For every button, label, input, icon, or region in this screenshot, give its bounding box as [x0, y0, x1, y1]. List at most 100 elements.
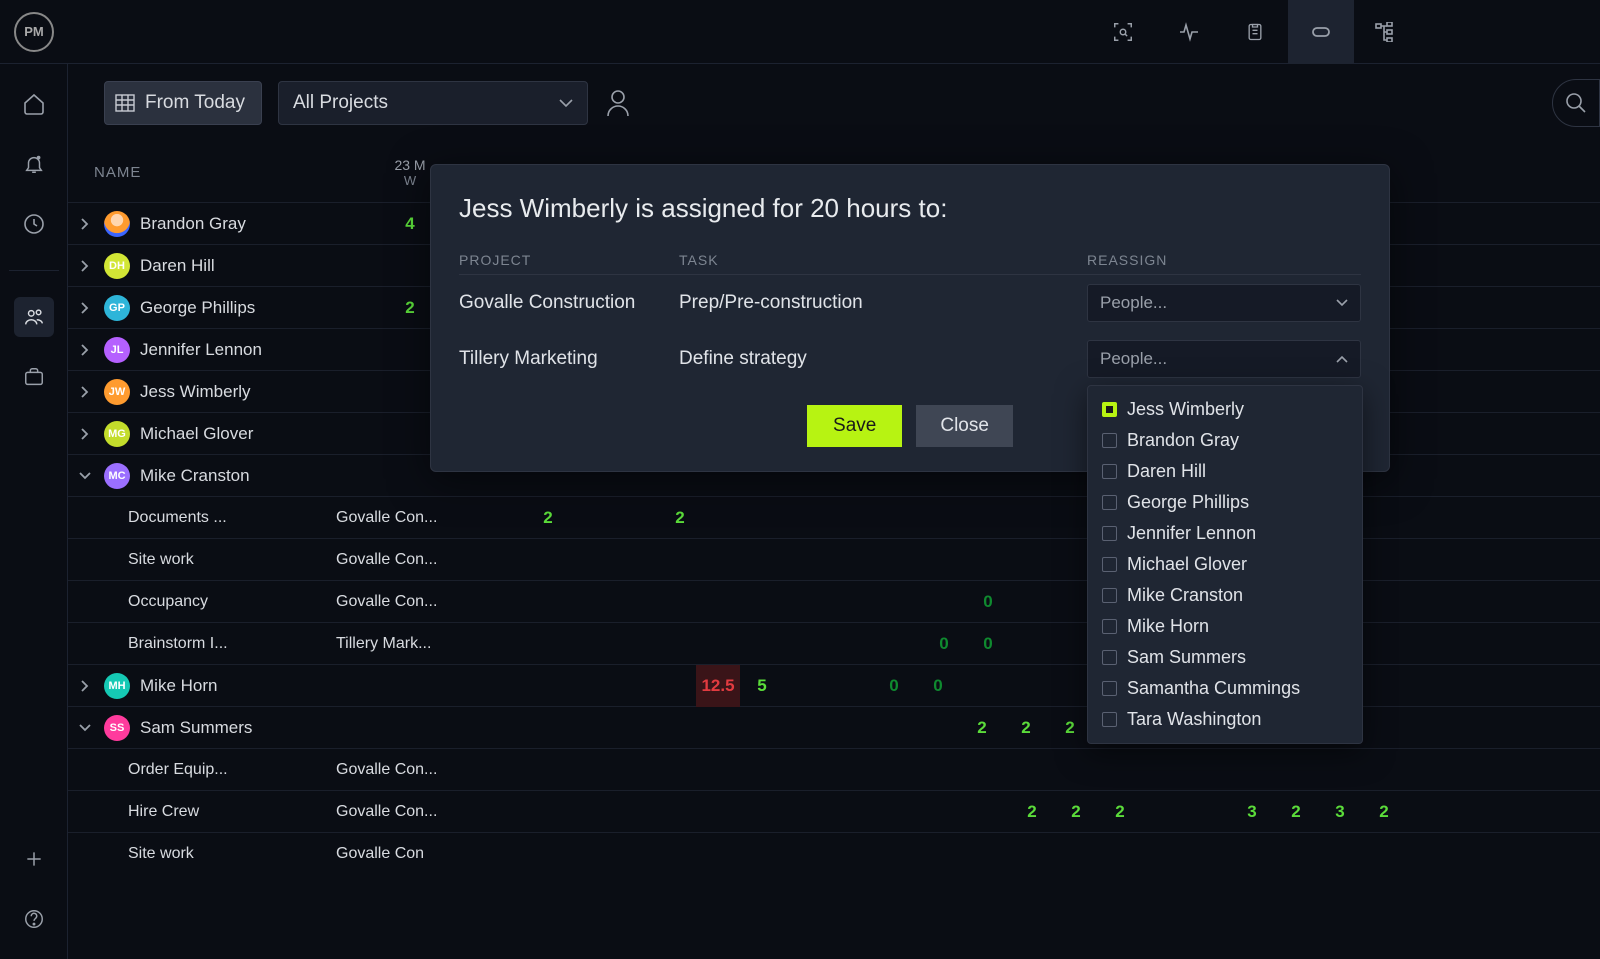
person-name: Jess Wimberly [140, 382, 251, 402]
dropdown-item[interactable]: Tara Washington [1088, 704, 1362, 735]
value-cell [1230, 833, 1274, 875]
checkbox-icon[interactable] [1102, 619, 1117, 634]
expand-chevron[interactable] [76, 719, 94, 737]
value-cell [922, 539, 966, 581]
expand-chevron[interactable] [76, 257, 94, 275]
clock-icon[interactable] [14, 204, 54, 244]
dropdown-item[interactable]: Michael Glover [1088, 549, 1362, 580]
value-cell [1010, 623, 1054, 665]
checkbox-icon[interactable] [1102, 464, 1117, 479]
task-row[interactable]: Hire Crew Govalle Con... 2223232 [68, 790, 1600, 832]
logo[interactable]: PM [0, 12, 68, 52]
task-row[interactable]: Order Equip... Govalle Con... [68, 748, 1600, 790]
home-icon[interactable] [14, 84, 54, 124]
value-cell: 12.5 [696, 665, 740, 707]
value-cell [834, 581, 878, 623]
dropdown-item[interactable]: George Phillips [1088, 487, 1362, 518]
expand-chevron[interactable] [76, 299, 94, 317]
task-name: Brainstorm I... [128, 635, 242, 653]
activity-icon[interactable] [1156, 0, 1222, 64]
checkbox-icon[interactable] [1102, 588, 1117, 603]
dropdown-item[interactable]: Sam Summers [1088, 642, 1362, 673]
value-cell: 0 [922, 623, 966, 665]
dropdown-item[interactable]: Samantha Cummings [1088, 673, 1362, 704]
dropdown-item[interactable]: Daren Hill [1088, 456, 1362, 487]
task-row[interactable]: Site work Govalle Con... [68, 538, 1600, 580]
dropdown-item[interactable]: Jess Wimberly [1088, 394, 1362, 425]
value-cell [608, 707, 652, 749]
minus-box-icon[interactable] [1288, 0, 1354, 64]
avatar [104, 211, 130, 237]
plus-icon[interactable] [14, 839, 54, 879]
expand-chevron[interactable] [76, 425, 94, 443]
briefcase-icon[interactable] [14, 357, 54, 397]
person-row[interactable]: SS Sam Summers 222 [68, 706, 1600, 748]
task-row[interactable]: Site work Govalle Con [68, 832, 1600, 874]
value-cell [702, 581, 746, 623]
checkbox-icon[interactable] [1102, 495, 1117, 510]
clipboard-icon[interactable] [1222, 0, 1288, 64]
checkbox-icon[interactable] [1102, 526, 1117, 541]
value-cell [1362, 497, 1406, 539]
value-cell [614, 791, 658, 833]
value-cell [570, 539, 614, 581]
person-row[interactable]: MH Mike Horn 12.5500 [68, 664, 1600, 706]
dropdown-item[interactable]: Jennifer Lennon [1088, 518, 1362, 549]
expand-chevron[interactable] [76, 383, 94, 401]
task-name: Occupancy [128, 593, 242, 611]
checkbox-icon[interactable] [1102, 433, 1117, 448]
avatar: MH [104, 673, 130, 699]
scan-icon[interactable] [1090, 0, 1156, 64]
value-cell: 5 [740, 665, 784, 707]
value-cell [438, 623, 482, 665]
expand-chevron[interactable] [76, 677, 94, 695]
task-row[interactable]: Brainstorm I... Tillery Mark... 00 [68, 622, 1600, 664]
avatar: JW [104, 379, 130, 405]
value-cell [570, 749, 614, 791]
value-cell [1406, 749, 1450, 791]
person-filter-icon[interactable] [604, 88, 632, 118]
value-cell [1054, 749, 1098, 791]
people-select-open[interactable]: People... [1087, 340, 1361, 378]
close-button[interactable]: Close [916, 405, 1013, 447]
from-today-button[interactable]: From Today [104, 81, 262, 125]
dropdown-item[interactable]: Mike Cranston [1088, 580, 1362, 611]
dropdown-item[interactable]: Mike Horn [1088, 611, 1362, 642]
value-cell [702, 833, 746, 875]
checkbox-icon[interactable] [1102, 712, 1117, 727]
value-cell [1186, 791, 1230, 833]
projects-select[interactable]: All Projects [278, 81, 588, 125]
task-row[interactable]: Occupancy Govalle Con... 0 [68, 580, 1600, 622]
dropdown-item[interactable]: Brandon Gray [1088, 425, 1362, 456]
people-icon[interactable] [14, 297, 54, 337]
value-cell [878, 791, 922, 833]
checkbox-icon[interactable] [1102, 681, 1117, 696]
value-cell [652, 665, 696, 707]
person-name: Jennifer Lennon [140, 340, 262, 360]
value-cell [790, 791, 834, 833]
expand-chevron[interactable] [76, 341, 94, 359]
value-cell [658, 791, 702, 833]
value-cell [784, 707, 828, 749]
value-cell [614, 581, 658, 623]
project-name: Govalle Con... [328, 593, 438, 611]
people-select[interactable]: People... [1087, 284, 1361, 322]
flow-icon[interactable] [1354, 0, 1420, 64]
value-cell [702, 539, 746, 581]
checkbox-icon[interactable] [1102, 650, 1117, 665]
value-cell: 0 [966, 581, 1010, 623]
value-cell [872, 707, 916, 749]
value-cell: 3 [1230, 791, 1274, 833]
dropdown-item-label: George Phillips [1127, 492, 1249, 513]
checkbox-icon[interactable] [1102, 557, 1117, 572]
save-button[interactable]: Save [807, 405, 902, 447]
expand-chevron[interactable] [76, 215, 94, 233]
checkbox-icon[interactable] [1102, 402, 1117, 417]
search-icon[interactable] [1552, 79, 1600, 127]
help-icon[interactable] [14, 899, 54, 939]
value-cell [922, 749, 966, 791]
bell-icon[interactable] [14, 144, 54, 184]
expand-chevron[interactable] [76, 467, 94, 485]
value-cell [1010, 539, 1054, 581]
task-row[interactable]: Documents ... Govalle Con... 22 [68, 496, 1600, 538]
